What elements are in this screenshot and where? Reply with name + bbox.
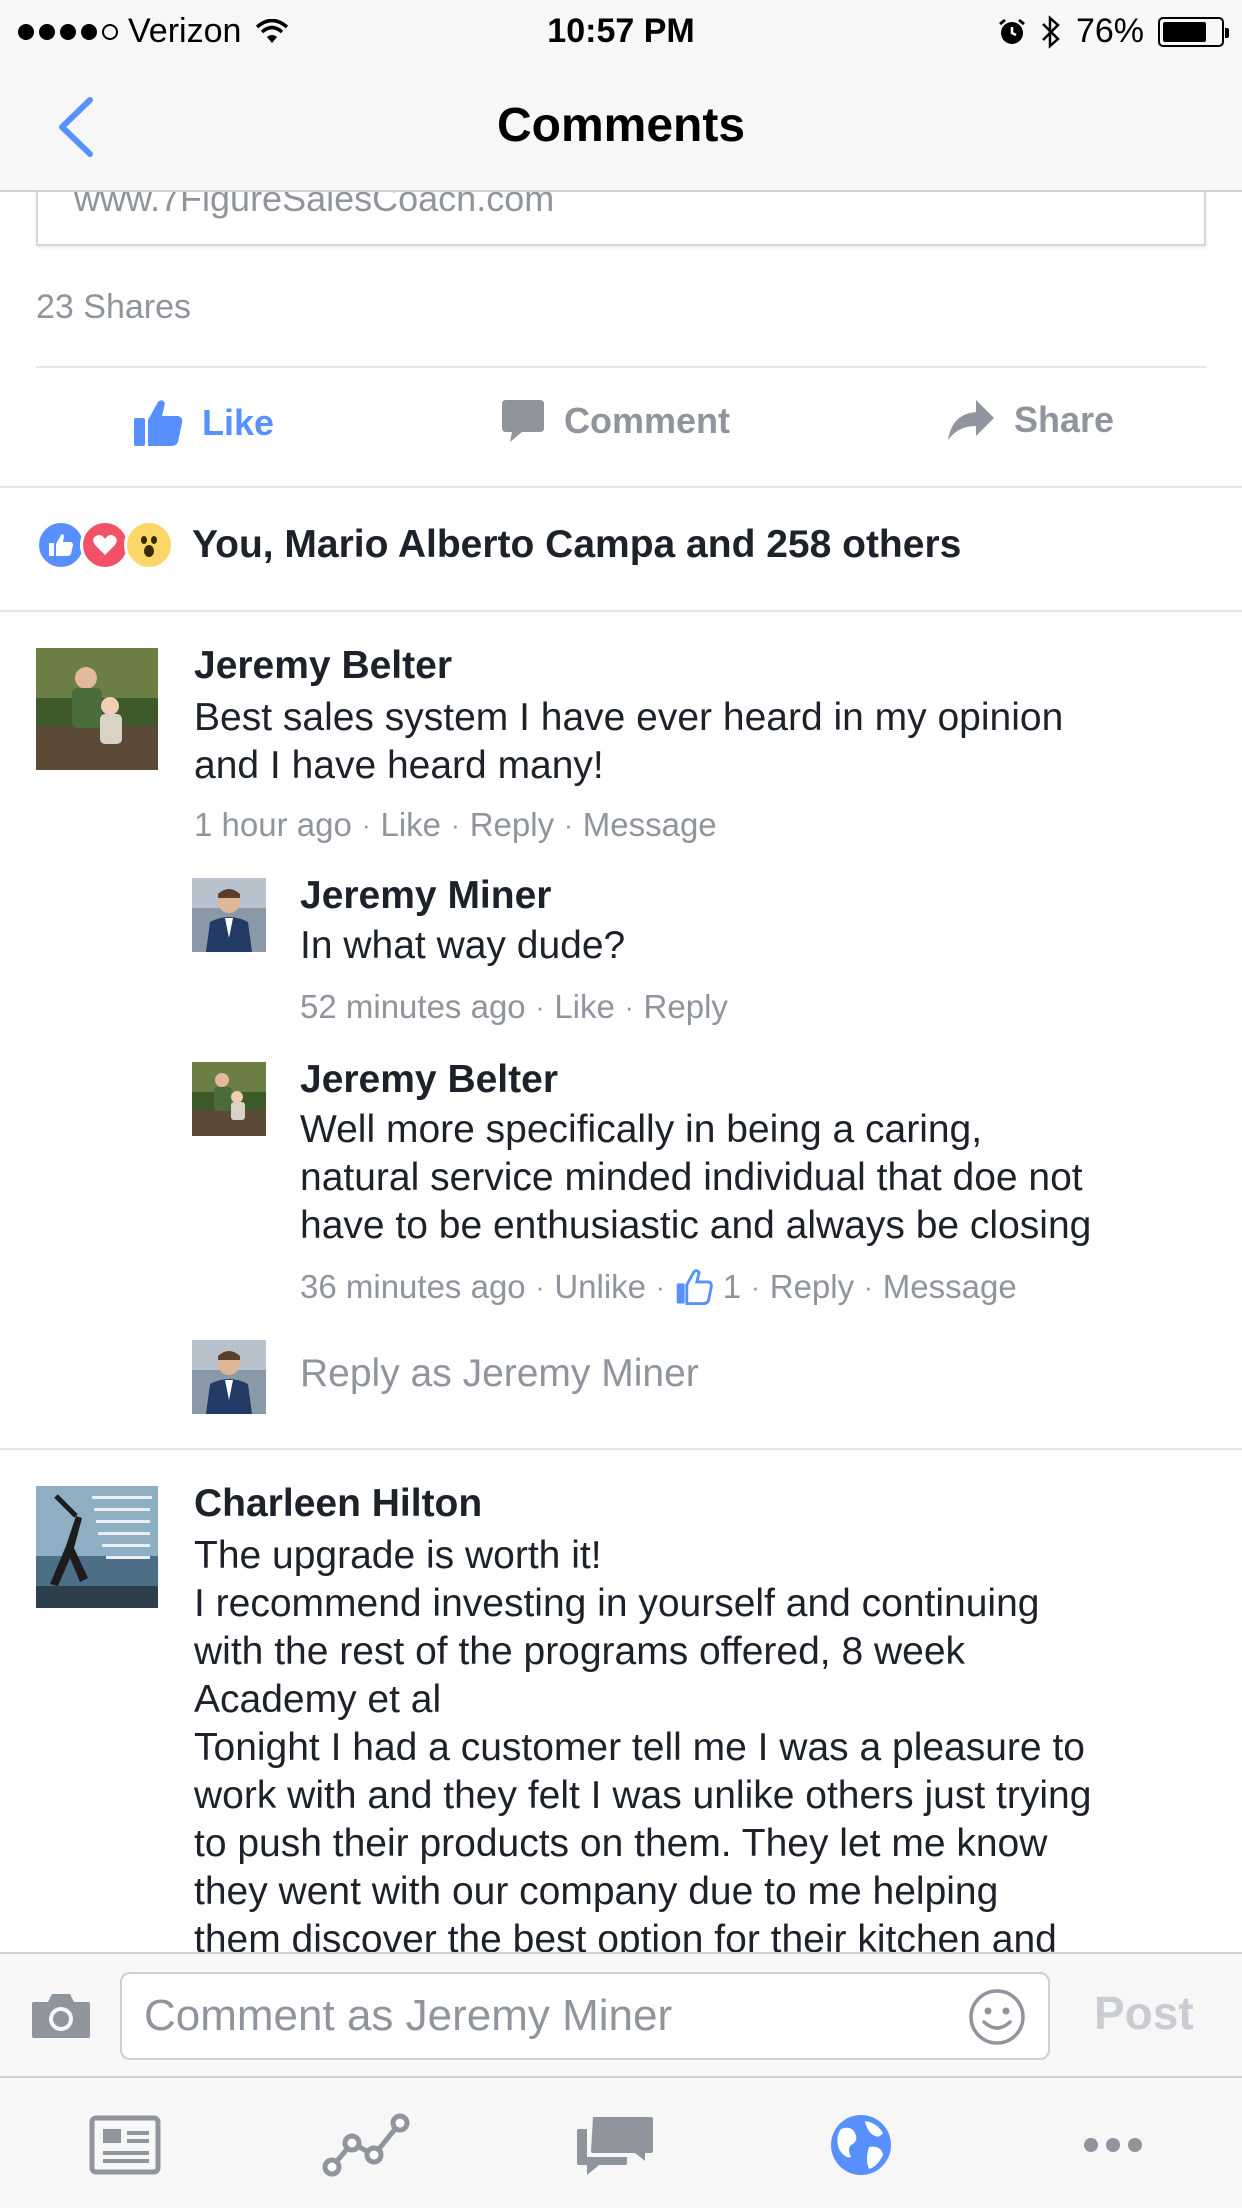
message-link[interactable]: Message	[583, 806, 717, 844]
comment-text: The upgrade is worth it! I recommend inv…	[194, 1534, 1092, 1961]
divider	[0, 610, 1242, 612]
avatar[interactable]	[192, 878, 266, 952]
comment-field[interactable]	[120, 1972, 1050, 2060]
thumbs-up-icon	[676, 1269, 713, 1305]
nav-bar: Comments	[0, 62, 1242, 192]
reply-link[interactable]: Reply	[470, 806, 554, 844]
globe-icon[interactable]	[816, 2110, 906, 2180]
like-count[interactable]: 1	[723, 1268, 741, 1306]
reply-timestamp: 52 minutes ago	[300, 988, 526, 1025]
reply-author[interactable]: Jeremy Miner	[300, 874, 551, 918]
love-reaction-icon	[80, 520, 130, 570]
activity-icon[interactable]	[322, 2110, 412, 2180]
share-button[interactable]: Share	[946, 398, 1114, 442]
reply-timestamp: 36 minutes ago	[300, 1268, 526, 1305]
comment-meta: 1 hour ago · Like · Reply · Message	[194, 806, 717, 844]
comment-timestamp: 1 hour ago	[194, 806, 352, 843]
reply-as-input[interactable]: Reply as Jeremy Miner	[300, 1352, 699, 1396]
divider	[0, 1448, 1242, 1450]
like-reaction-icon	[36, 520, 86, 570]
reactions-summary[interactable]: You, Mario Alberto Campa and 258 others	[36, 520, 961, 570]
comment-text: Best sales system I have ever heard in m…	[194, 696, 1064, 787]
reply-meta: 36 minutes ago · Unlike · 1 · Reply · Me…	[300, 1268, 1017, 1306]
reply-text: Well more specifically in being a caring…	[300, 1108, 1092, 1247]
share-count[interactable]: 23 Shares	[36, 288, 191, 327]
comment-label: Comment	[564, 400, 731, 441]
alarm-icon	[999, 18, 1025, 44]
reply-link[interactable]: Reply	[770, 1268, 854, 1306]
post-button[interactable]: Post	[1094, 1986, 1194, 2040]
reactions-text: You, Mario Alberto Campa and 258 others	[192, 523, 962, 566]
like-link[interactable]: Like	[380, 806, 441, 844]
avatar[interactable]	[36, 648, 158, 770]
reply-text: In what way dude?	[300, 924, 626, 967]
divider	[0, 486, 1242, 488]
status-right: 76%	[998, 12, 1229, 51]
battery-percent: 76%	[1075, 12, 1144, 50]
messages-icon[interactable]	[570, 2110, 660, 2180]
reply-meta: 52 minutes ago · Like · Reply	[300, 988, 728, 1026]
more-icon[interactable]	[1068, 2110, 1158, 2180]
share-arrow-icon	[948, 400, 994, 440]
reply-author[interactable]: Jeremy Belter	[300, 1058, 558, 1102]
share-label: Share	[1014, 399, 1115, 440]
thumbs-up-icon	[134, 400, 183, 446]
wow-reaction-icon	[124, 520, 174, 570]
comment-button[interactable]: Comment	[500, 398, 730, 444]
like-link[interactable]: Like	[554, 988, 615, 1026]
news-feed-icon[interactable]	[80, 2110, 170, 2180]
link-preview-card[interactable]: www.7FigureSalesCoach.com	[36, 192, 1206, 246]
comment-input[interactable]	[144, 1984, 964, 2048]
avatar[interactable]	[192, 1062, 266, 1136]
bluetooth-icon	[1042, 14, 1060, 49]
unlike-link[interactable]: Unlike	[554, 1268, 646, 1306]
avatar[interactable]	[36, 1486, 158, 1608]
post-actions: Like Comment Share	[0, 370, 1242, 486]
link-url: www.7FigureSalesCoach.com	[74, 192, 555, 219]
tab-bar	[0, 2076, 1242, 2208]
camera-icon[interactable]	[30, 1990, 92, 2040]
reply-link[interactable]: Reply	[644, 988, 728, 1026]
message-link[interactable]: Message	[883, 1268, 1017, 1306]
like-label: Like	[202, 402, 275, 443]
divider	[36, 366, 1206, 368]
battery-fill	[1163, 21, 1206, 42]
comment-composer: Post	[0, 1952, 1242, 2076]
page-title: Comments	[496, 99, 746, 152]
emoji-icon[interactable]	[968, 1988, 1026, 2046]
comment-author[interactable]: Jeremy Belter	[194, 644, 452, 688]
status-bar: Verizon 10:57 PM 76%	[0, 0, 1242, 62]
comment-bubble-icon	[502, 400, 544, 442]
comment-author[interactable]: Charleen Hilton	[194, 1482, 482, 1526]
battery-icon	[1158, 16, 1229, 47]
avatar	[192, 1340, 266, 1414]
like-button[interactable]: Like	[132, 398, 274, 448]
